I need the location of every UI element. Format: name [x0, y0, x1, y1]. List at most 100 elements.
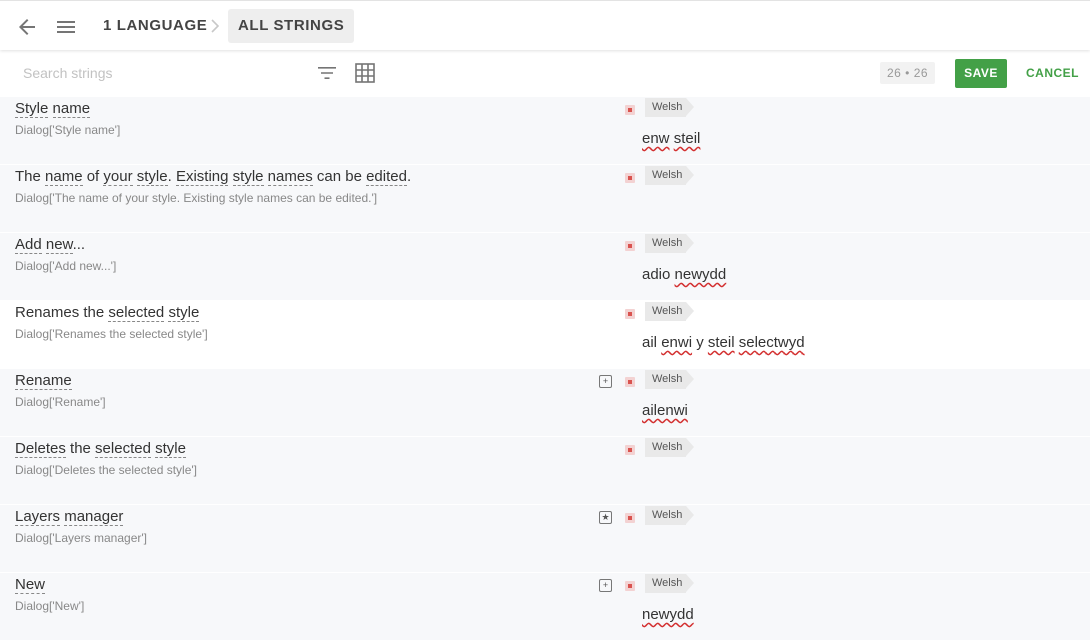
star-icon[interactable]: ★	[599, 511, 612, 524]
language-tag: Welsh	[645, 574, 695, 593]
language-tag: Welsh	[645, 302, 695, 321]
glossary-term[interactable]: style	[136, 168, 168, 186]
source-string: Renames the selected style	[15, 304, 200, 322]
misspelled-word: steil	[707, 334, 735, 351]
language-tag: Welsh	[645, 234, 695, 253]
source-text: .	[167, 168, 176, 185]
source-text: the	[65, 440, 96, 457]
glossary-term[interactable]: new	[45, 236, 73, 254]
glossary-term[interactable]: selected	[108, 304, 165, 322]
glossary-term[interactable]: Deletes	[15, 440, 66, 458]
status-icon	[625, 173, 635, 183]
glossary-term[interactable]: edited	[366, 168, 407, 186]
source-string: Deletes the selected style	[15, 440, 186, 458]
glossary-term[interactable]: Add	[15, 236, 42, 254]
misspelled-word: ailenwi	[642, 402, 688, 419]
status-icon	[625, 445, 635, 455]
source-text: Renames the	[15, 304, 109, 321]
source-string: The name of your style. Existing style n…	[15, 168, 412, 186]
toolbar: 26 • 26 SAVE CANCEL	[0, 50, 1090, 96]
status-icon	[625, 581, 635, 591]
cancel-button[interactable]: CANCEL	[1026, 59, 1079, 88]
translation-field[interactable]: ail enwi y steil selectwyd	[642, 334, 805, 351]
breadcrumb-all-strings[interactable]: ALL STRINGS	[228, 9, 355, 43]
glossary-term[interactable]: manager	[64, 508, 124, 526]
hamburger-menu-icon[interactable]	[54, 15, 78, 39]
misspelled-word: newydd	[674, 266, 727, 283]
source-string: New	[15, 576, 46, 594]
source-string: Layers manager	[15, 508, 124, 526]
back-arrow-icon[interactable]	[15, 15, 39, 39]
grid-view-icon[interactable]	[353, 61, 377, 85]
expand-icon[interactable]: +	[599, 375, 612, 388]
glossary-term[interactable]: name	[52, 100, 91, 118]
string-row[interactable]: Renames the selected style Dialog['Rename…	[0, 301, 1090, 369]
glossary-term[interactable]: style	[168, 304, 200, 322]
translation-text: y	[692, 334, 708, 351]
glossary-term[interactable]: Rename	[15, 372, 72, 390]
source-text: ...	[72, 236, 86, 253]
string-row[interactable]: The name of your style. Existing style n…	[0, 165, 1090, 233]
breadcrumb-languages[interactable]: 1 LANGUAGE	[103, 9, 207, 43]
misspelled-word: enwi	[661, 334, 693, 351]
glossary-term[interactable]: name	[45, 168, 83, 186]
glossary-term[interactable]: Style	[15, 100, 49, 118]
translation-text: adio	[642, 266, 675, 283]
status-icon	[625, 513, 635, 523]
string-key: Dialog['Layers manager']	[15, 531, 147, 545]
string-counter: 26 • 26	[880, 62, 936, 84]
search-input[interactable]	[23, 62, 303, 84]
translation-field[interactable]: enw steil	[642, 130, 700, 147]
string-key: Dialog['Style name']	[15, 123, 121, 137]
glossary-term[interactable]: New	[15, 576, 46, 594]
status-icon	[625, 241, 635, 251]
misspelled-word: newydd	[642, 606, 694, 623]
glossary-term[interactable]: your	[103, 168, 133, 186]
glossary-term[interactable]: names	[267, 168, 313, 186]
string-key: Dialog['New']	[15, 599, 85, 613]
glossary-term[interactable]: style	[232, 168, 264, 186]
app-header: 1 LANGUAGE ALL STRINGS	[0, 0, 1090, 50]
status-icon	[625, 309, 635, 319]
string-key: Dialog['Rename']	[15, 395, 106, 409]
language-tag: Welsh	[645, 166, 695, 185]
filter-icon[interactable]	[315, 61, 339, 85]
source-text: .	[406, 168, 412, 185]
string-list: Style name Dialog['Style name'] Welsh enw s…	[0, 97, 1090, 641]
glossary-term[interactable]: Layers	[15, 508, 61, 526]
chevron-right-icon	[211, 19, 220, 33]
string-row[interactable]: Deletes the selected style Dialog['Delete…	[0, 437, 1090, 505]
translation-text: ail	[642, 334, 662, 351]
source-string: Style name	[15, 100, 91, 118]
source-text: The	[15, 168, 46, 185]
language-tag: Welsh	[645, 98, 695, 117]
misspelled-word: steil	[673, 130, 701, 147]
translation-field[interactable]: newydd	[642, 606, 694, 623]
string-row[interactable]: Rename Dialog['Rename'] + Welsh ailenwi	[0, 369, 1090, 437]
language-tag: Welsh	[645, 370, 695, 389]
save-button[interactable]: SAVE	[955, 59, 1007, 88]
string-row[interactable]: Style name Dialog['Style name'] Welsh enw s…	[0, 97, 1090, 165]
glossary-term[interactable]: style	[155, 440, 186, 458]
translation-field[interactable]: adio newydd	[642, 266, 726, 283]
expand-icon[interactable]: +	[599, 579, 612, 592]
glossary-term[interactable]: Existing	[175, 168, 229, 186]
source-string: Rename	[15, 372, 72, 390]
source-text	[48, 100, 52, 117]
string-row[interactable]: New Dialog['New'] + Welsh newydd	[0, 573, 1090, 641]
string-key: Dialog['Deletes the selected style']	[15, 463, 198, 477]
string-key: Dialog['The name of your style. Existing…	[15, 191, 378, 205]
language-tag: Welsh	[645, 438, 695, 457]
string-row[interactable]: Add new... Dialog['Add new...'] Welsh adio …	[0, 233, 1090, 301]
status-icon	[625, 377, 635, 387]
status-icon	[625, 105, 635, 115]
glossary-term[interactable]: selected	[95, 440, 151, 458]
misspelled-word: enw	[642, 130, 670, 147]
string-row[interactable]: Layers manager Dialog['Layers manager'] ★ W…	[0, 505, 1090, 573]
translation-field[interactable]: ailenwi	[642, 402, 688, 419]
string-key: Dialog['Renames the selected style']	[15, 327, 208, 341]
source-text: of	[82, 168, 104, 185]
source-string: Add new...	[15, 236, 86, 254]
source-text: can be	[312, 168, 367, 185]
misspelled-word: selectwyd	[738, 334, 805, 351]
